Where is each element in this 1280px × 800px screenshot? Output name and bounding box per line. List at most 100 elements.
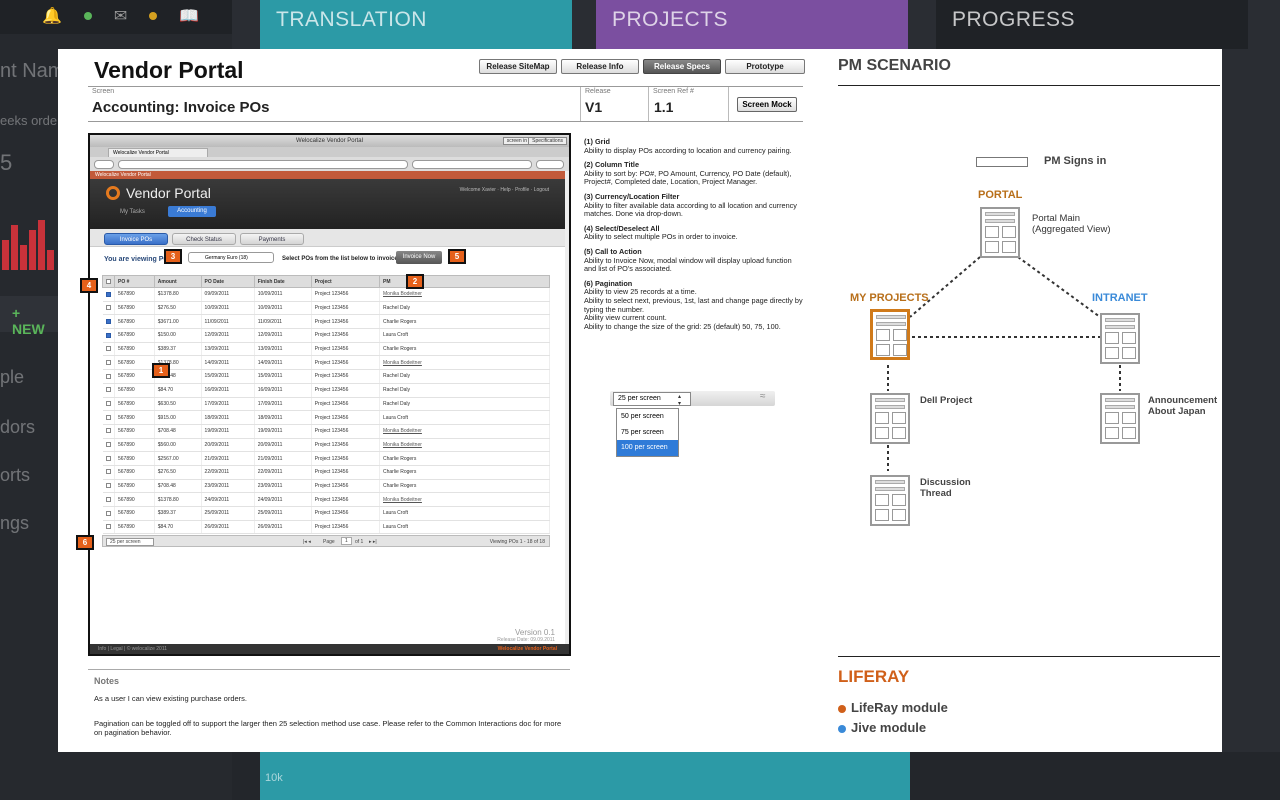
dell-project-page-icon: [870, 393, 910, 444]
prototype-button[interactable]: Prototype: [725, 59, 805, 74]
mail-icon[interactable]: ✉: [114, 6, 127, 26]
table-row[interactable]: 567890 $389.37 25/09/2011 25/09/2011 Project…: [102, 506, 550, 521]
cell-po-date: 17/09/2011: [201, 397, 255, 412]
row-checkbox[interactable]: [102, 492, 115, 507]
dropdown-option[interactable]: 100 per screen: [617, 440, 678, 456]
column-amount[interactable]: Amount: [153, 275, 202, 288]
screen-in-button[interactable]: screen in: [502, 137, 531, 145]
cell-project: Project 123456: [311, 355, 381, 371]
cell-po: 567890: [114, 314, 155, 330]
sidebar-fragment: 5: [0, 150, 13, 175]
cell-po: 567890: [114, 410, 155, 425]
row-checkbox[interactable]: [102, 397, 115, 412]
row-checkbox[interactable]: [102, 314, 115, 330]
sidebar-fragment[interactable]: ngs: [0, 513, 29, 534]
table-row[interactable]: 567890 $276.50 10/09/2011 10/09/2011 Project…: [102, 301, 550, 316]
tab-payments[interactable]: Payments: [240, 233, 304, 245]
release-sitemap-button[interactable]: Release SiteMap: [479, 59, 557, 74]
row-checkbox[interactable]: [102, 424, 115, 439]
screen-mock-button[interactable]: Screen Mock: [737, 97, 797, 112]
table-row[interactable]: 567890 $1378.80 24/09/2011 24/09/2011 Projec…: [102, 492, 550, 507]
projects-tile[interactable]: PROJECTS: [596, 0, 908, 49]
page-nav-first-prev[interactable]: |◂ ◂: [303, 539, 311, 545]
table-row[interactable]: 567890 $1378.80 09/09/2011 10/09/2011 Projec…: [102, 287, 550, 302]
table-row[interactable]: 567890 $276.50 22/09/2011 22/09/2011 Project…: [102, 465, 550, 480]
cell-po: 567890: [114, 492, 155, 507]
sidebar-fragment[interactable]: dors: [0, 417, 35, 438]
nav-my-tasks[interactable]: My Tasks: [120, 209, 145, 215]
row-checkbox[interactable]: [102, 410, 115, 425]
table-row[interactable]: 567890 $150.00 12/09/2011 12/09/2011 Project…: [102, 328, 550, 343]
row-checkbox[interactable]: [102, 506, 115, 521]
sidebar-fragment[interactable]: ple: [0, 367, 24, 388]
translation-chart: [260, 752, 910, 800]
table-row[interactable]: 567890 $389.37 13/09/2011 13/09/2011 Project…: [102, 342, 550, 357]
row-checkbox[interactable]: [102, 465, 115, 480]
browser-search-input[interactable]: [412, 160, 532, 169]
bell-icon[interactable]: 🔔: [42, 6, 62, 26]
column-finish-date[interactable]: Finish Date: [253, 275, 312, 288]
column-project[interactable]: Project: [310, 275, 381, 288]
table-row[interactable]: 567890 $708.48 23/09/2011 23/09/2011 Project…: [102, 479, 550, 494]
user-links[interactable]: Welcome Xavier · Help · Profile · Logout: [460, 187, 549, 193]
column-pm[interactable]: PM: [379, 275, 550, 288]
row-checkbox[interactable]: [102, 369, 115, 384]
table-row[interactable]: 567890 $2567.00 21/09/2011 21/09/2011 Projec…: [102, 451, 550, 466]
dropdown-option[interactable]: 50 per screen: [617, 409, 678, 425]
column-po[interactable]: PO #: [114, 275, 155, 288]
currency-select[interactable]: Germany Euro (18): [188, 252, 274, 263]
cell-pm: Charlie Rogers: [379, 451, 550, 466]
cell-finish-date: 10/09/2011: [254, 301, 312, 316]
table-row[interactable]: 567890 $560.00 20/09/2011 20/09/2011 Project…: [102, 438, 550, 453]
select-all-checkbox[interactable]: [102, 275, 115, 288]
marker-2: 2: [406, 274, 424, 289]
table-row[interactable]: 567890 $708.48 19/09/2011 19/09/2011 Project…: [102, 424, 550, 439]
page-label: Page: [323, 539, 335, 545]
table-row[interactable]: 567890 $84.70 26/09/2011 26/09/2011 Project …: [102, 520, 550, 535]
row-checkbox[interactable]: [102, 342, 115, 357]
row-checkbox[interactable]: [102, 520, 115, 535]
release-info-button[interactable]: Release Info: [561, 59, 639, 74]
cell-finish-date: 18/09/2011: [254, 410, 312, 425]
invoice-now-button[interactable]: Invoice Now: [396, 251, 442, 264]
row-checkbox[interactable]: [102, 438, 115, 453]
sidebar-fragment[interactable]: orts: [0, 465, 30, 486]
row-checkbox[interactable]: [102, 328, 115, 343]
cell-amount: $708.48: [154, 424, 202, 439]
cell-amount: $1378.80: [154, 492, 202, 507]
spec-list: (1) Grid Ability to display POs according…: [584, 137, 804, 337]
tab-check-status[interactable]: Check Status: [172, 233, 236, 245]
row-checkbox[interactable]: [102, 451, 115, 466]
browser-tab[interactable]: Welocalize Vendor Portal: [108, 148, 208, 157]
cell-amount: $560.00: [154, 438, 202, 453]
row-checkbox[interactable]: [102, 479, 115, 494]
cell-po: 567890: [114, 520, 155, 535]
cell-po-date: 15/09/2011: [201, 369, 255, 384]
dashboard-notification-icons: 🔔 ✉ 📖: [42, 6, 199, 26]
tab-invoice-pos[interactable]: Invoice POs: [104, 233, 168, 245]
table-row[interactable]: 567890 $915.00 18/09/2011 18/09/2011 Project…: [102, 410, 550, 425]
row-checkbox[interactable]: [102, 383, 115, 398]
column-po-date[interactable]: PO Date: [200, 275, 255, 288]
specifications-button[interactable]: Specifications: [528, 137, 567, 145]
row-checkbox[interactable]: [102, 301, 115, 316]
table-row[interactable]: 567890 $3671.00 11/09/2011 11/09/2011 Projec…: [102, 314, 550, 330]
page-nav-next-last[interactable]: ▸ ▸|: [369, 539, 377, 545]
dropdown-option[interactable]: 75 per screen: [617, 425, 678, 441]
per-page-select[interactable]: 25 per screen: [106, 538, 154, 546]
translation-tile[interactable]: TRANSLATION: [260, 0, 572, 49]
nav-accounting[interactable]: Accounting: [168, 206, 216, 217]
portal-logo-icon: [106, 186, 120, 200]
page-number-input[interactable]: 1: [341, 537, 352, 545]
table-row[interactable]: 567890 $630.50 17/09/2011 17/09/2011 Project…: [102, 397, 550, 412]
table-row[interactable]: 567890 $84.70 16/09/2011 16/09/2011 Project …: [102, 383, 550, 398]
row-checkbox[interactable]: [102, 287, 115, 302]
release-specs-button[interactable]: Release Specs: [643, 59, 721, 74]
viewing-count: Viewing POs 1 - 18 of 18: [489, 539, 545, 545]
browser-scrollbar[interactable]: [565, 171, 569, 651]
progress-tile[interactable]: PROGRESS: [936, 0, 1248, 49]
new-button[interactable]: + NEW: [0, 296, 58, 337]
book-icon[interactable]: 📖: [179, 6, 199, 26]
row-checkbox[interactable]: [102, 355, 115, 371]
url-input[interactable]: [118, 160, 408, 169]
